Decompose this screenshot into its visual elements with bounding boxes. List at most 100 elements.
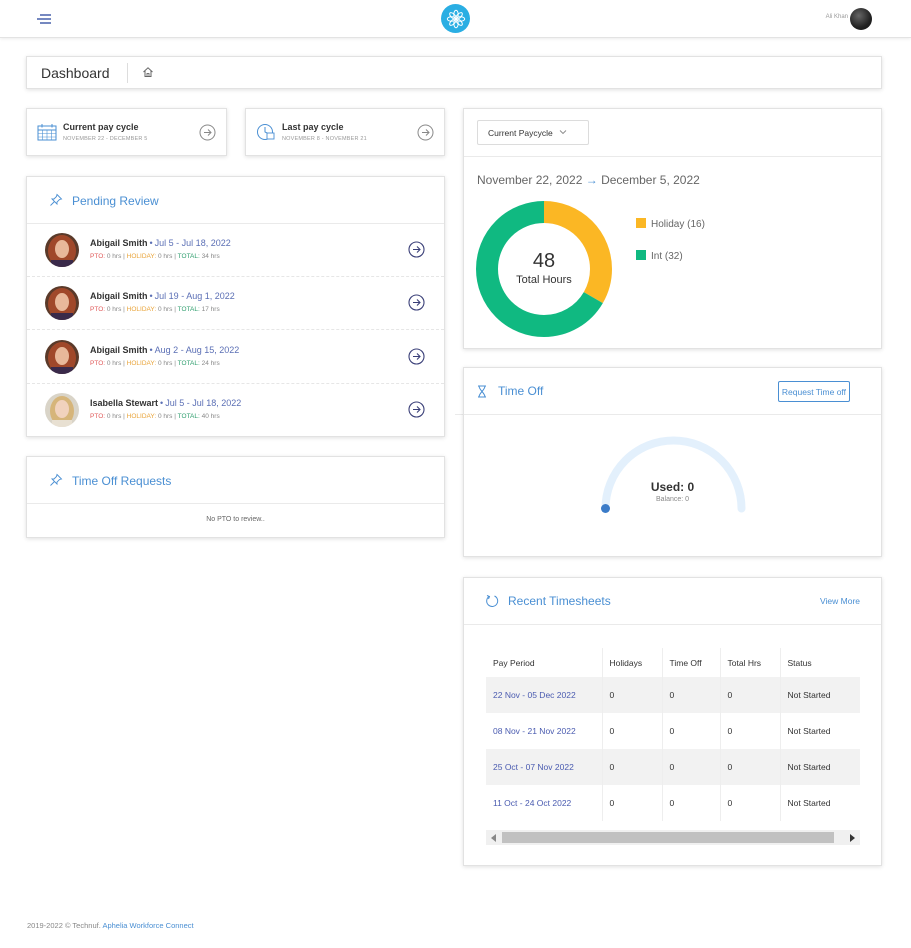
employee-avatar (45, 393, 79, 427)
empty-state-message: No PTO to review.. (206, 516, 265, 523)
request-time-off-button[interactable]: Request Time off (777, 381, 850, 402)
calendar-icon (37, 124, 57, 141)
scroll-left-arrow-icon[interactable] (491, 834, 496, 842)
table-cell: 0 (720, 785, 781, 821)
arrow-circle-right-icon[interactable] (408, 241, 425, 258)
app-logo[interactable] (441, 4, 470, 33)
refresh-icon (486, 595, 499, 607)
employee-avatar (45, 340, 79, 374)
breadcrumb-divider (127, 63, 128, 83)
review-row[interactable]: Isabella Stewart • Jul 5 - Jul 18, 2022 PT… (27, 384, 444, 437)
status-cell: Not Started (780, 677, 860, 713)
legend-swatch (636, 250, 646, 260)
table-cell: 0 (602, 785, 663, 821)
current-pay-cycle-card[interactable]: Current pay cycle NOVEMBER 22 - DECEMBER… (26, 108, 227, 156)
status-cell: Not Started (787, 726, 831, 736)
home-icon[interactable] (142, 66, 154, 78)
table-header-row: Pay Period Holidays Time Off Total Hrs S… (486, 648, 860, 677)
time-off-gauge (601, 436, 746, 513)
time-off-requests-card: Time Off Requests No PTO to review.. (26, 456, 445, 538)
legend-label: Int (32) (651, 251, 683, 262)
recent-timesheets-card: Recent Timesheets View More Pay Period H… (463, 577, 882, 866)
pay-cycle-title: Last pay cycle (282, 122, 344, 132)
time-off-requests-header: Time Off Requests (27, 457, 444, 504)
pay-period-link[interactable]: 25 Oct - 07 Nov 2022 (486, 749, 603, 785)
table-row: 11 Oct - 24 Oct 2022 0 0 0 Not Started (486, 785, 860, 821)
table-cell: 0 (662, 785, 721, 821)
hourglass-icon (478, 385, 486, 398)
pay-cycle-title: Current pay cycle (63, 122, 139, 132)
gauge-indicator (601, 504, 610, 513)
review-row[interactable]: Abigail Smith • Jul 5 - Jul 18, 2022 PTO: … (27, 224, 444, 277)
legend-item-int: Int (32) (636, 250, 683, 262)
hours-summary: PTO: 0 hrs | HOLIDAY: 0 hrs | TOTAL: 34 … (90, 253, 220, 260)
redhead-avatar-image (45, 286, 79, 320)
redhead-avatar-image (45, 233, 79, 267)
arrow-circle-right-icon[interactable] (408, 348, 425, 365)
table-cell: 0 (602, 677, 663, 713)
scrollbar-thumb[interactable] (502, 832, 834, 843)
pending-review-card: Pending Review Abigail Smith • Jul 5 - Jul… (26, 176, 445, 437)
arrow-circle-right-icon[interactable] (417, 124, 434, 141)
pay-period-link[interactable]: 11 Oct - 24 Oct 2022 (486, 785, 603, 821)
pin-icon (50, 193, 63, 206)
table-cell: 0 (720, 713, 781, 749)
top-navbar: Ali Khan (0, 0, 911, 38)
pay-period-link[interactable]: 22 Nov - 05 Dec 2022 (486, 677, 603, 713)
hours-summary: PTO: 0 hrs | HOLIDAY: 0 hrs | TOTAL: 24 … (90, 360, 220, 367)
last-pay-cycle-card[interactable]: Last pay cycle NOVEMBER 8 - NOVEMBER 21 (245, 108, 445, 156)
timesheets-table: Pay Period Holidays Time Off Total Hrs S… (486, 648, 860, 821)
pending-review-header: Pending Review (27, 177, 444, 224)
pin-icon (50, 473, 63, 486)
pay-cycle-dates: NOVEMBER 8 - NOVEMBER 21 (282, 136, 367, 142)
legend-swatch (636, 218, 646, 228)
arrow-circle-right-icon[interactable] (199, 124, 216, 141)
arrow-circle-right-icon[interactable] (408, 401, 425, 418)
employee-name-line: Abigail Smith • Jul 19 - Aug 1, 2022 (90, 291, 235, 301)
time-off-title: Time Off (498, 384, 544, 398)
review-row[interactable]: Abigail Smith • Jul 19 - Aug 1, 2022 PTO: … (27, 277, 444, 330)
employee-name-line: Abigail Smith • Aug 2 - Aug 15, 2022 (90, 345, 240, 355)
hours-summary: PTO: 0 hrs | HOLIDAY: 0 hrs | TOTAL: 17 … (90, 306, 220, 313)
table-row: 22 Nov - 05 Dec 2022 0 0 0 Not Started (486, 677, 860, 713)
pay-cycle-dates: NOVEMBER 22 - DECEMBER 5 (63, 136, 148, 142)
pending-review-title: Pending Review (72, 194, 159, 208)
table-cell: 0 (662, 749, 721, 785)
table-cell: 0 (720, 677, 781, 713)
employee-avatar (45, 233, 79, 267)
view-more-link[interactable]: View More (820, 596, 860, 606)
paycycle-chart-card: Current Paycycle November 22, 2022 → Dec… (463, 108, 882, 349)
copyright-text: 2019-2022 © Technuf. (27, 921, 101, 930)
review-row[interactable]: Abigail Smith • Aug 2 - Aug 15, 2022 PTO: … (27, 331, 444, 384)
footer-link[interactable]: Aphelia Workforce Connect (102, 921, 193, 930)
table-cell: 0 (720, 749, 781, 785)
paycycle-select[interactable]: Current Paycycle (477, 120, 589, 145)
arrow-circle-right-icon[interactable] (408, 294, 425, 311)
user-name[interactable]: Ali Khan (826, 14, 848, 20)
paycycle-header: Current Paycycle (464, 109, 881, 157)
user-avatar[interactable] (850, 8, 872, 30)
chevron-down-icon (559, 130, 567, 135)
column-header: Total Hrs (720, 648, 781, 677)
balance-value: Balance: 0 (655, 496, 690, 503)
donut-center-value: 48 (533, 250, 555, 272)
time-off-card: Time Off Request Time off Used: 0 Balanc… (463, 367, 882, 557)
paycycle-donut-chart: 48 Total Hours (476, 201, 612, 337)
column-header: Status (780, 648, 860, 677)
employee-name-line: Isabella Stewart • Jul 5 - Jul 18, 2022 (90, 398, 242, 408)
donut-center-label: Total Hours (516, 274, 572, 286)
menu-toggle-icon[interactable] (35, 11, 53, 27)
paycycle-date-range: November 22, 2022 → December 5, 2022 (477, 173, 700, 187)
table-row: 25 Oct - 07 Nov 2022 0 0 0 Not Started (486, 749, 860, 785)
scroll-right-arrow-icon[interactable] (850, 834, 855, 842)
pay-period-link[interactable]: 08 Nov - 21 Nov 2022 (486, 713, 603, 749)
horizontal-scrollbar[interactable] (486, 830, 860, 845)
footer: 2019-2022 © Technuf. Aphelia Workforce C… (27, 921, 194, 930)
legend-item-holiday: Holiday (16) (636, 218, 705, 230)
hours-summary: PTO: 0 hrs | HOLIDAY: 0 hrs | TOTAL: 40 … (90, 413, 220, 420)
table-row: 08 Nov - 21 Nov 2022 0 0 0 Not Started (486, 713, 860, 749)
status-cell: Not Started (787, 798, 831, 808)
time-off-header: Time Off Request Time off (464, 368, 881, 415)
column-header: Time Off (662, 648, 721, 677)
blonde-avatar-image (45, 393, 79, 427)
